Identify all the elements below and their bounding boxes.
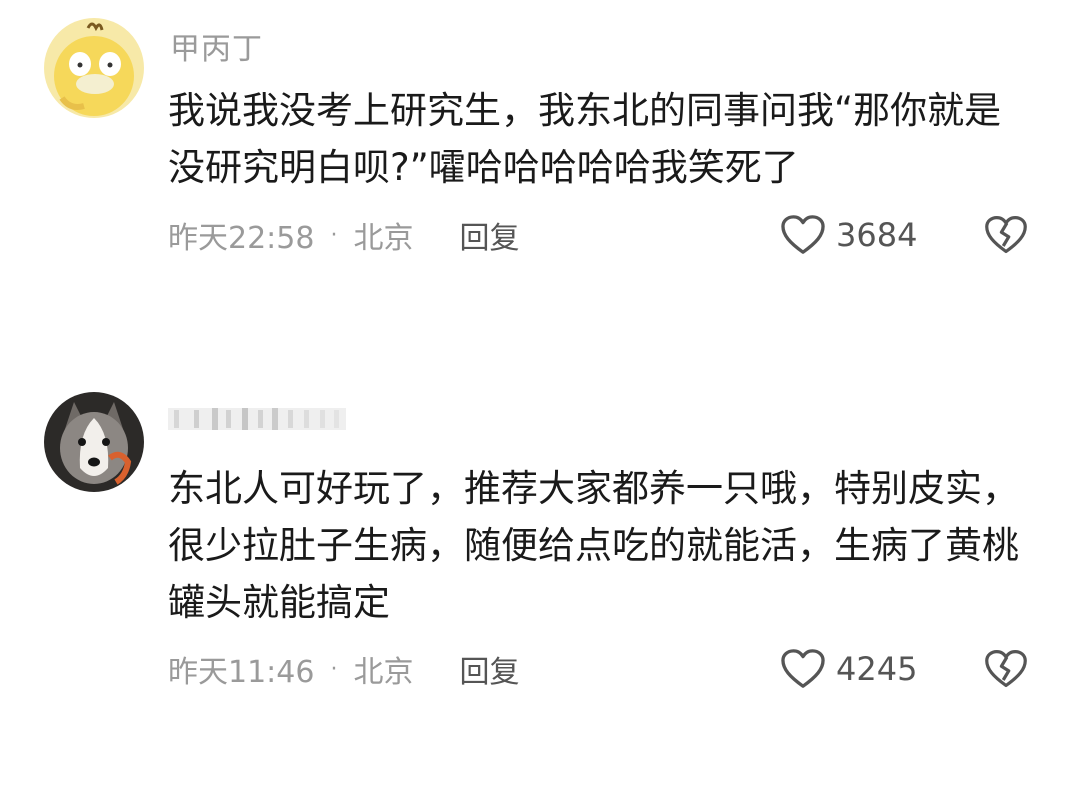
husky-avatar-icon [44,392,144,492]
like-count: 3684 [836,216,918,254]
meta-separator: · [330,656,338,682]
comment-item: 甲丙丁 我说我没考上研究生，我东北的同事问我“那你就是没研究明白呗?”嚯哈哈哈哈… [0,0,1080,300]
broken-heart-icon [985,215,1027,254]
comment-meta: 昨天22:58 · 北京 回复 [168,210,519,260]
like-count: 4245 [836,650,918,688]
comment-location: 北京 [353,655,414,690]
comment-text: 东北人可好玩了，推荐大家都养一只哦，特别皮实，很少拉肚子生病，随便给点吃的就能活… [168,467,1019,624]
reply-button[interactable]: 回复 [459,213,519,257]
heart-outline-icon [781,215,825,254]
comment-item: 东北人可好玩了，推荐大家都养一只哦，特别皮实，很少拉肚子生病，随便给点吃的就能活… [0,380,1080,710]
duck-avatar-icon [44,18,144,118]
comment-meta: 昨天11:46 · 北京 回复 [168,644,519,694]
heart-outline-icon [781,649,825,688]
blurred-username-bars [168,408,346,430]
user-avatar[interactable] [44,18,144,118]
like-button[interactable]: 3684 [780,210,917,260]
comment-time: 昨天22:58 [168,221,315,256]
comment-time: 昨天11:46 [168,655,315,690]
like-button[interactable]: 4245 [780,644,917,694]
reply-button[interactable]: 回复 [459,647,519,691]
comment-text: 我说我没考上研究生，我东北的同事问我“那你就是没研究明白呗?”嚯哈哈哈哈哈我笑死… [168,89,1002,189]
user-avatar[interactable] [44,392,144,492]
username-blurred[interactable] [168,402,346,436]
broken-heart-icon [985,649,1027,688]
meta-separator: · [330,222,338,248]
username[interactable]: 甲丙丁 [170,24,263,68]
comment-location: 北京 [353,221,414,256]
dislike-button[interactable] [984,210,1030,260]
dislike-button[interactable] [984,644,1030,694]
